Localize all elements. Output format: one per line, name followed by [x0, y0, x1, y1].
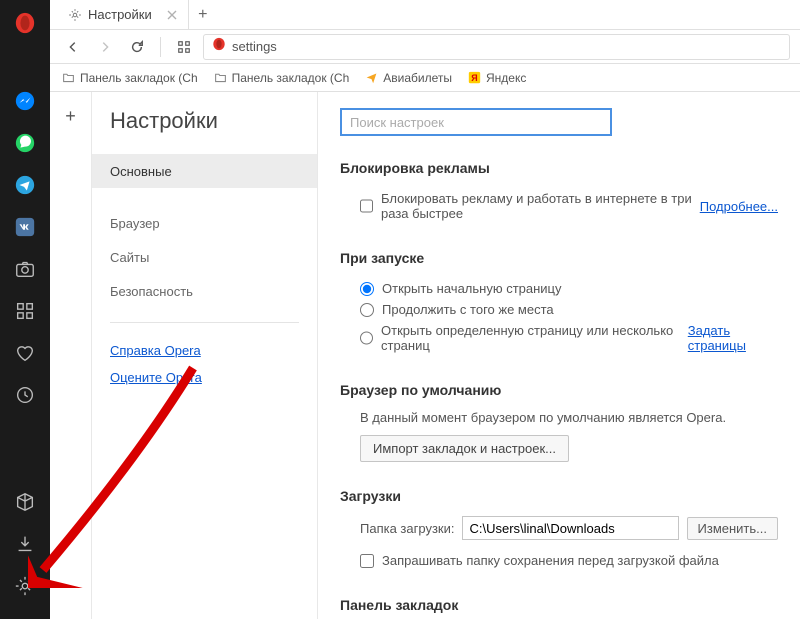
startup-radio-homepage[interactable] — [360, 282, 374, 296]
bookmark-item[interactable]: Панель закладок (Ch — [62, 71, 198, 85]
sidebar-main — [0, 0, 50, 619]
help-link[interactable]: Справка Opera — [92, 337, 317, 364]
messenger-icon[interactable] — [8, 84, 42, 118]
settings-nav: Настройки Основные Браузер Сайты Безопас… — [92, 92, 318, 619]
main-area: Настройки + Панель закладок (Ch Панель з… — [50, 0, 800, 619]
bookmark-item[interactable]: Авиабилеты — [365, 71, 452, 85]
camera-icon[interactable] — [8, 252, 42, 286]
download-ask-row: Запрашивать папку сохранения перед загру… — [360, 550, 778, 571]
reload-button[interactable] — [124, 34, 150, 60]
download-icon[interactable] — [8, 527, 42, 561]
bookmarks-bar: Панель закладок (Ch Панель закладок (Ch … — [50, 64, 800, 92]
download-ask-label: Запрашивать папку сохранения перед загру… — [382, 553, 719, 568]
download-path-input[interactable] — [462, 516, 678, 540]
folder-icon — [62, 71, 75, 84]
download-path-label: Папка загрузки: — [360, 521, 454, 536]
section-title: При запуске — [340, 250, 778, 266]
opera-mini-icon — [212, 37, 226, 56]
default-desc: В данный момент браузером по умолчанию я… — [360, 410, 778, 425]
startup-label: Открыть определенную страницу или нескол… — [381, 323, 680, 353]
section-title: Загрузки — [340, 488, 778, 504]
speed-dial-icon[interactable] — [8, 294, 42, 328]
add-button[interactable]: + — [57, 102, 85, 130]
bookmark-label: Панель закладок (Ch — [232, 71, 350, 85]
settings-gear-icon[interactable] — [8, 569, 42, 603]
tab-strip: Настройки + — [50, 0, 800, 30]
settings-search-input[interactable] — [350, 115, 602, 130]
section-bookmarks-panel: Панель закладок — [340, 597, 778, 613]
svg-text:Я: Я — [471, 73, 477, 83]
download-ask-checkbox[interactable] — [360, 554, 374, 568]
bookmark-item[interactable]: Панель закладок (Ch — [214, 71, 350, 85]
whatsapp-icon[interactable] — [8, 126, 42, 160]
nav-item-basic[interactable]: Основные — [92, 154, 317, 188]
adblock-checkbox[interactable] — [360, 199, 373, 213]
cube-icon[interactable] — [8, 485, 42, 519]
adblock-more-link[interactable]: Подробнее... — [700, 199, 778, 214]
bookmark-label: Яндекс — [486, 71, 526, 85]
address-input[interactable] — [232, 39, 781, 54]
startup-radio-pages[interactable] — [360, 331, 373, 345]
startup-label: Продолжить с того же места — [382, 302, 554, 317]
nav-forward-button[interactable] — [92, 34, 118, 60]
startup-option-row: Продолжить с того же места — [360, 299, 778, 320]
settings-search[interactable] — [340, 108, 612, 136]
section-title: Панель закладок — [340, 597, 778, 613]
startup-option-row: Открыть начальную страницу — [360, 278, 778, 299]
nav-item-browser[interactable]: Браузер — [92, 206, 317, 240]
import-button[interactable]: Импорт закладок и настроек... — [360, 435, 569, 462]
section-title: Браузер по умолчанию — [340, 382, 778, 398]
vk-icon[interactable] — [8, 210, 42, 244]
heart-icon[interactable] — [8, 336, 42, 370]
startup-radio-continue[interactable] — [360, 303, 374, 317]
gear-icon — [68, 8, 82, 22]
adblock-row: Блокировать рекламу и работать в интерне… — [360, 188, 778, 224]
new-tab-button[interactable]: + — [189, 1, 217, 29]
adblock-label: Блокировать рекламу и работать в интерне… — [381, 191, 692, 221]
plane-icon — [365, 71, 378, 84]
nav-back-button[interactable] — [60, 34, 86, 60]
tab-settings[interactable]: Настройки — [58, 0, 189, 29]
bookmark-label: Панель закладок (Ch — [80, 71, 198, 85]
change-path-button[interactable]: Изменить... — [687, 517, 778, 540]
close-icon[interactable] — [166, 9, 178, 21]
section-default-browser: Браузер по умолчанию В данный момент бра… — [340, 382, 778, 462]
section-startup: При запуске Открыть начальную страницу П… — [340, 250, 778, 356]
section-adblock: Блокировка рекламы Блокировать рекламу и… — [340, 160, 778, 224]
address-bar[interactable] — [203, 34, 790, 60]
download-path-row: Папка загрузки: Изменить... — [360, 516, 778, 540]
set-pages-link[interactable]: Задать страницы — [688, 323, 778, 353]
history-icon[interactable] — [8, 378, 42, 412]
nav-item-sites[interactable]: Сайты — [92, 240, 317, 274]
section-title: Блокировка рекламы — [340, 160, 778, 176]
nav-item-security[interactable]: Безопасность — [92, 274, 317, 308]
content: + Настройки Основные Браузер Сайты Безоп… — [50, 92, 800, 619]
page-title: Настройки — [92, 108, 317, 154]
bookmark-label: Авиабилеты — [383, 71, 452, 85]
folder-icon — [214, 71, 227, 84]
speed-dial-toolbar-icon[interactable] — [171, 34, 197, 60]
telegram-icon[interactable] — [8, 168, 42, 202]
column-icons: + — [50, 92, 92, 619]
startup-option-row: Открыть определенную страницу или нескол… — [360, 320, 778, 356]
yandex-icon: Я — [468, 71, 481, 84]
toolbar — [50, 30, 800, 64]
section-downloads: Загрузки Папка загрузки: Изменить... Зап… — [340, 488, 778, 571]
startup-label: Открыть начальную страницу — [382, 281, 562, 296]
tab-title: Настройки — [88, 7, 152, 22]
bookmark-item[interactable]: Я Яндекс — [468, 71, 526, 85]
rate-link[interactable]: Оцените Opera — [92, 364, 317, 391]
opera-logo-icon[interactable] — [8, 6, 42, 40]
settings-main: Блокировка рекламы Блокировать рекламу и… — [318, 92, 800, 619]
